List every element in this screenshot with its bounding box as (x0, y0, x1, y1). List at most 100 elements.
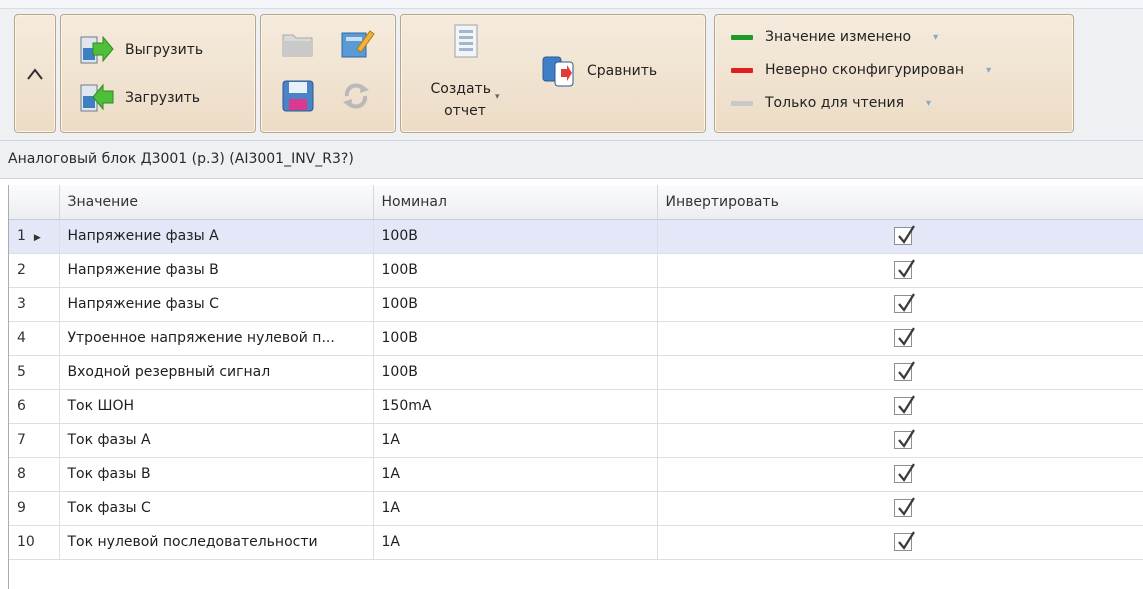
import-arrow-icon (79, 80, 115, 116)
export-label: Выгрузить (125, 42, 204, 58)
edit-pencil-icon (341, 30, 375, 58)
chevron-down-icon[interactable]: ▾ (933, 32, 938, 43)
chevron-down-icon[interactable]: ▾ (986, 65, 991, 76)
column-header-nominal[interactable]: Номинал (373, 185, 658, 220)
chevron-down-icon: ▾ (494, 92, 500, 102)
table-row[interactable]: 4 Утроенное напряжение нулевой п... 100В (9, 321, 1143, 356)
checkmark-icon (897, 259, 915, 278)
ribbon-group-collapse (14, 14, 56, 133)
value-cell[interactable]: Напряжение фазы B (59, 253, 374, 288)
table-row[interactable]: 8 Ток фазы B 1A (9, 457, 1143, 492)
nominal-cell[interactable]: 1A (373, 423, 658, 458)
nominal-cell[interactable]: 1A (373, 457, 658, 492)
checkmark-icon (897, 225, 915, 244)
table-row[interactable]: 3 Напряжение фазы C 100В (9, 287, 1143, 322)
save-button[interactable] (281, 79, 315, 113)
table-row[interactable]: 9 Ток фазы C 1A (9, 491, 1143, 526)
column-header-value[interactable]: Значение (59, 185, 374, 220)
refresh-button[interactable] (339, 79, 373, 113)
nominal-cell[interactable]: 100В (373, 321, 658, 356)
invert-checkbox[interactable] (893, 327, 915, 347)
value-cell[interactable]: Ток фазы C (59, 491, 374, 526)
table-row[interactable]: 1 ▶ Напряжение фазы A 100В (9, 219, 1143, 254)
invert-checkbox[interactable] (893, 531, 915, 551)
create-report-label: Создать (430, 81, 491, 97)
row-number: 3 (17, 296, 26, 312)
row-number-cell[interactable]: 10 (9, 525, 60, 560)
export-button[interactable]: Выгрузить (79, 32, 203, 68)
table-header-row: Значение Номинал Инвертировать (9, 185, 1143, 220)
ribbon: Выгрузить Загрузить Создать ▾ отчет Срав… (0, 0, 1143, 140)
legend-item-misconfigured[interactable]: Неверно сконфигурирован ▾ (731, 62, 991, 78)
refresh-arrows-icon (343, 83, 369, 109)
nominal-cell[interactable]: 1A (373, 525, 658, 560)
open-folder-button[interactable] (281, 29, 315, 59)
row-number-cell[interactable]: 4 (9, 321, 60, 356)
edit-button[interactable] (339, 25, 375, 61)
create-report-button[interactable]: Создать ▾ отчет (419, 79, 511, 121)
table-row[interactable]: 5 Входной резервный сигнал 100В (9, 355, 1143, 390)
invert-checkbox[interactable] (893, 225, 915, 245)
row-number: 6 (17, 398, 26, 414)
nominal-cell[interactable]: 1A (373, 491, 658, 526)
legend-swatch-red (731, 67, 753, 73)
checkmark-icon (897, 429, 915, 448)
row-number-cell[interactable]: 2 (9, 253, 60, 288)
invert-checkbox[interactable] (893, 259, 915, 279)
nominal-cell[interactable]: 100В (373, 287, 658, 322)
value-cell[interactable]: Утроенное напряжение нулевой п... (59, 321, 374, 356)
ribbon-group-report: Создать ▾ отчет Сравнить (400, 14, 706, 133)
checkmark-icon (897, 395, 915, 414)
import-button[interactable]: Загрузить (79, 80, 200, 116)
nominal-cell[interactable]: 100В (373, 219, 658, 254)
invert-cell (657, 355, 1143, 390)
checkmark-icon (897, 293, 915, 312)
table-row[interactable]: 2 Напряжение фазы B 100В (9, 253, 1143, 288)
row-pointer-icon: ▶ (33, 233, 41, 243)
row-number-cell[interactable]: 9 (9, 491, 60, 526)
checkmark-icon (897, 463, 915, 482)
invert-checkbox[interactable] (893, 463, 915, 483)
breadcrumb: Аналоговый блок Д3001 (р.3) (AI3001_INV_… (8, 151, 354, 167)
invert-cell (657, 287, 1143, 322)
invert-checkbox[interactable] (893, 395, 915, 415)
settings-grid: Значение Номинал Инвертировать 1 ▶ Напряже… (8, 185, 1143, 589)
table-row[interactable]: 7 Ток фазы A 1A (9, 423, 1143, 458)
invert-checkbox[interactable] (893, 429, 915, 449)
invert-checkbox[interactable] (893, 293, 915, 313)
row-number-cell[interactable]: 6 (9, 389, 60, 424)
legend-item-readonly[interactable]: Только для чтения ▾ (731, 95, 931, 111)
table-row[interactable]: 10 Ток нулевой последовательности 1A (9, 525, 1143, 560)
row-number-cell[interactable]: 3 (9, 287, 60, 322)
nominal-cell[interactable]: 150mA (373, 389, 658, 424)
row-number: 10 (17, 534, 35, 550)
invert-checkbox[interactable] (893, 497, 915, 517)
value-cell[interactable]: Ток фазы B (59, 457, 374, 492)
row-number: 5 (17, 364, 26, 380)
column-header-index (9, 185, 60, 220)
value-cell[interactable]: Ток нулевой последовательности (59, 525, 374, 560)
nominal-cell[interactable]: 100В (373, 355, 658, 390)
invert-cell (657, 321, 1143, 356)
nominal-cell[interactable]: 100В (373, 253, 658, 288)
folder-icon (282, 34, 313, 57)
legend-label-readonly: Только для чтения (765, 95, 905, 111)
legend-item-changed[interactable]: Значение изменено ▾ (731, 29, 938, 45)
value-cell[interactable]: Ток ШОН (59, 389, 374, 424)
invert-checkbox[interactable] (893, 361, 915, 381)
value-cell[interactable]: Напряжение фазы A (59, 219, 374, 254)
value-cell[interactable]: Напряжение фазы C (59, 287, 374, 322)
column-header-invert[interactable]: Инвертировать (657, 185, 1143, 220)
row-number-cell[interactable]: 1 ▶ (9, 219, 60, 254)
chevron-down-icon[interactable]: ▾ (926, 98, 931, 109)
value-cell[interactable]: Ток фазы A (59, 423, 374, 458)
table-row[interactable]: 6 Ток ШОН 150mA (9, 389, 1143, 424)
compare-button[interactable]: Сравнить (541, 53, 657, 89)
row-number-cell[interactable]: 5 (9, 355, 60, 390)
row-number-cell[interactable]: 8 (9, 457, 60, 492)
compare-label: Сравнить (587, 63, 658, 79)
settings-table: Значение Номинал Инвертировать 1 ▶ Напряже… (9, 185, 1143, 560)
collapse-ribbon-button[interactable] (15, 15, 55, 132)
row-number-cell[interactable]: 7 (9, 423, 60, 458)
value-cell[interactable]: Входной резервный сигнал (59, 355, 374, 390)
